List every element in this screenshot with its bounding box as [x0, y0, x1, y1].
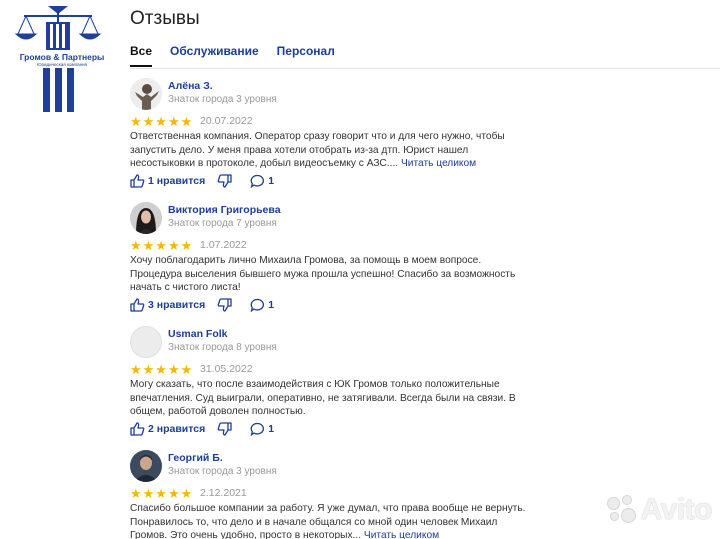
tab-all[interactable]: Все: [130, 44, 152, 58]
columns-icon: [43, 68, 74, 112]
company-logo: Громов & Партнеры Юридическая компания: [10, 4, 106, 112]
rating-stars: ★★★★★: [130, 114, 194, 129]
logo-company-name: Громов & Партнеры: [19, 52, 105, 62]
reviewer-name[interactable]: Usman Folk: [168, 328, 228, 340]
user-photo-icon: [130, 450, 162, 482]
comment-button[interactable]: 1: [250, 422, 274, 436]
like-count: 2 нравится: [148, 423, 206, 435]
read-more-link[interactable]: Читать целиком: [364, 530, 439, 539]
comment-icon: [250, 174, 265, 188]
review-actions: 3 нравится 1: [130, 298, 274, 312]
user-photo-icon: [130, 78, 162, 110]
review-text: Хочу поблагодарить лично Михаила Громова…: [130, 254, 530, 295]
review-text: Ответственная компания. Оператор сразу г…: [130, 130, 530, 171]
thumbs-up-icon: [130, 298, 145, 312]
comment-count: 1: [268, 299, 275, 311]
like-button[interactable]: 3 нравится: [130, 298, 205, 312]
reviewer-level: Знаток города 3 уровня: [168, 466, 277, 477]
reviewer-level: Знаток города 3 уровня: [168, 94, 277, 105]
comment-icon: [250, 298, 265, 312]
rating-stars: ★★★★★: [130, 486, 194, 501]
review-text-body: Могу сказать, что после взаимодействия с…: [130, 379, 516, 417]
like-button[interactable]: 1 нравится: [130, 174, 205, 188]
reviewer-name[interactable]: Георгий Б.: [168, 452, 223, 464]
logo-company-subtitle: Юридическая компания: [36, 62, 88, 67]
review-text: Могу сказать, что после взаимодействия с…: [130, 378, 530, 419]
thumbs-down-icon: [217, 174, 232, 188]
review-date: 31.05.2022: [200, 363, 253, 375]
dislike-button[interactable]: [217, 298, 232, 312]
tab-service[interactable]: Обслуживание: [170, 44, 259, 58]
tabs-divider: [130, 68, 720, 69]
thumbs-down-icon: [217, 422, 232, 436]
like-button[interactable]: 2 нравится: [130, 422, 205, 436]
avatar[interactable]: [130, 450, 162, 482]
dislike-button[interactable]: [217, 174, 232, 188]
page-title: Отзывы: [130, 8, 200, 29]
review-date: 20.07.2022: [200, 115, 253, 127]
review-text: Спасибо большое компании за работу. Я уж…: [130, 502, 530, 539]
user-photo-icon: [130, 202, 162, 234]
thumbs-up-icon: [130, 422, 145, 436]
reviewer-level: Знаток города 7 уровня: [168, 218, 277, 229]
tab-staff[interactable]: Персонал: [277, 44, 335, 58]
comment-button[interactable]: 1: [250, 298, 274, 312]
review-tabs: Все Обслуживание Персонал: [130, 44, 353, 58]
review-text-body: Хочу поблагодарить лично Михаила Громова…: [130, 255, 516, 293]
active-tab-indicator: [130, 65, 152, 67]
review-text-body: Спасибо большое компании за работу. Я уж…: [130, 503, 526, 539]
dislike-button[interactable]: [217, 422, 232, 436]
avatar[interactable]: [130, 78, 162, 110]
avatar[interactable]: [130, 326, 162, 358]
comment-count: 1: [268, 423, 275, 435]
like-count: 3 нравится: [148, 299, 206, 311]
thumbs-up-icon: [130, 174, 145, 188]
comment-icon: [250, 422, 265, 436]
rating-stars: ★★★★★: [130, 238, 194, 253]
avito-logo-icon: [606, 495, 637, 525]
review-actions: 1 нравится 1: [130, 174, 274, 188]
review-actions: 2 нравится 1: [130, 422, 274, 436]
reviewer-name[interactable]: Алёна З.: [168, 80, 213, 92]
avatar[interactable]: [130, 202, 162, 234]
review-date: 1.07.2022: [200, 239, 247, 251]
like-count: 1 нравится: [148, 175, 206, 187]
review-date: 2.12.2021: [200, 487, 247, 499]
comment-button[interactable]: 1: [250, 174, 274, 188]
read-more-link[interactable]: Читать целиком: [401, 158, 476, 169]
avito-watermark: Avito: [606, 493, 713, 527]
comment-count: 1: [268, 175, 275, 187]
rating-stars: ★★★★★: [130, 362, 194, 377]
scales-of-justice-icon: [14, 6, 102, 50]
watermark-text: Avito: [640, 493, 713, 526]
reviewer-name[interactable]: Виктория Григорьева: [168, 204, 281, 216]
reviewer-level: Знаток города 8 уровня: [168, 342, 277, 353]
thumbs-down-icon: [217, 298, 232, 312]
